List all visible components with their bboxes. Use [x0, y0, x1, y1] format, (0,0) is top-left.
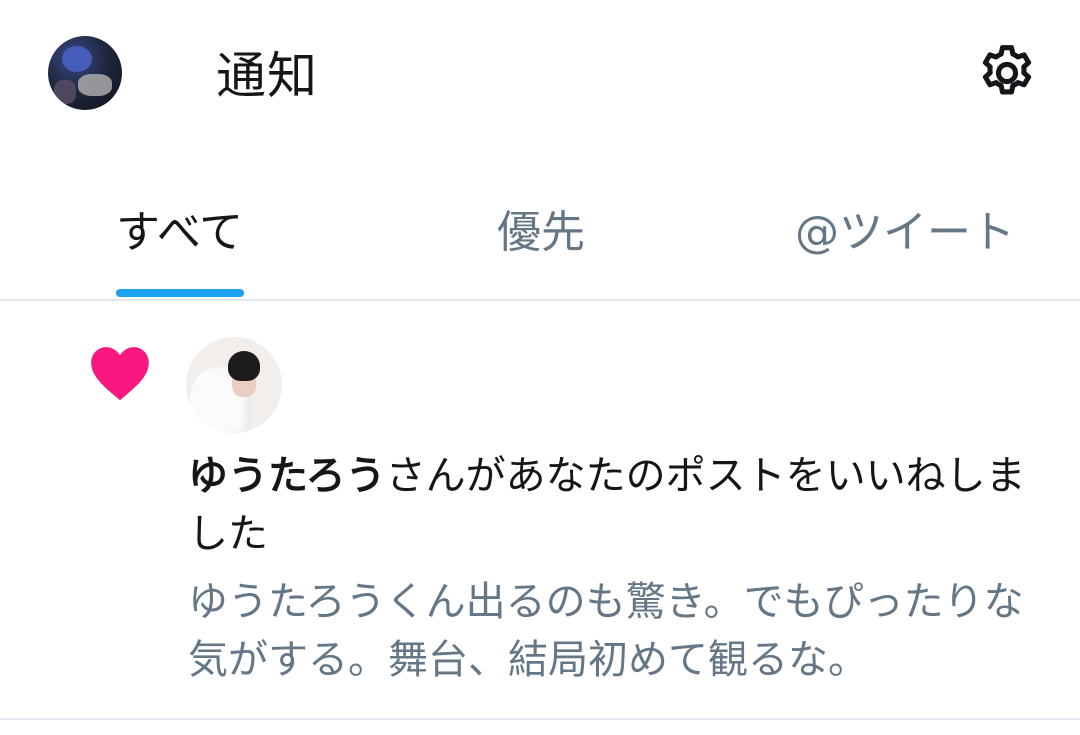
- tab-bar: すべて 優先 @ツイート: [0, 190, 1080, 300]
- username[interactable]: ゆうたろう: [188, 453, 386, 499]
- settings-button[interactable]: [974, 40, 1040, 106]
- gear-icon: [982, 45, 1032, 95]
- tab-priority[interactable]: 優先: [497, 190, 597, 300]
- tab-mentions[interactable]: @ツイート: [795, 190, 1015, 300]
- avatar-image-detail: [228, 351, 260, 381]
- avatar-image-detail: [54, 80, 76, 104]
- tweet-preview: ゆうたろうくん出るのも驚き。でもぴったりな気がする。舞台、結局初めて観るな。: [188, 579, 1024, 683]
- divider: [0, 718, 1080, 720]
- avatar-image-detail: [78, 74, 112, 96]
- notification-text: ゆうたろうさんがあなたのポストをいいねしました: [188, 447, 1028, 563]
- active-tab-indicator: [116, 289, 244, 297]
- heart-icon: [91, 347, 149, 401]
- notifications-screen: 通知 すべて 優先 @ツイート ゆうたろうさんがあなたのポストをいいねしました …: [0, 0, 1080, 735]
- notification-item[interactable]: ゆうたろうさんがあなたのポストをいいねしました ゆうたろうくん出るのも驚き。でも…: [0, 301, 1080, 721]
- avatar-image-detail: [62, 46, 92, 72]
- page-title: 通知: [216, 47, 318, 105]
- tab-all[interactable]: すべて: [116, 190, 246, 300]
- profile-avatar[interactable]: [48, 36, 122, 110]
- user-avatar[interactable]: [186, 337, 282, 433]
- header: 通知: [0, 0, 1080, 150]
